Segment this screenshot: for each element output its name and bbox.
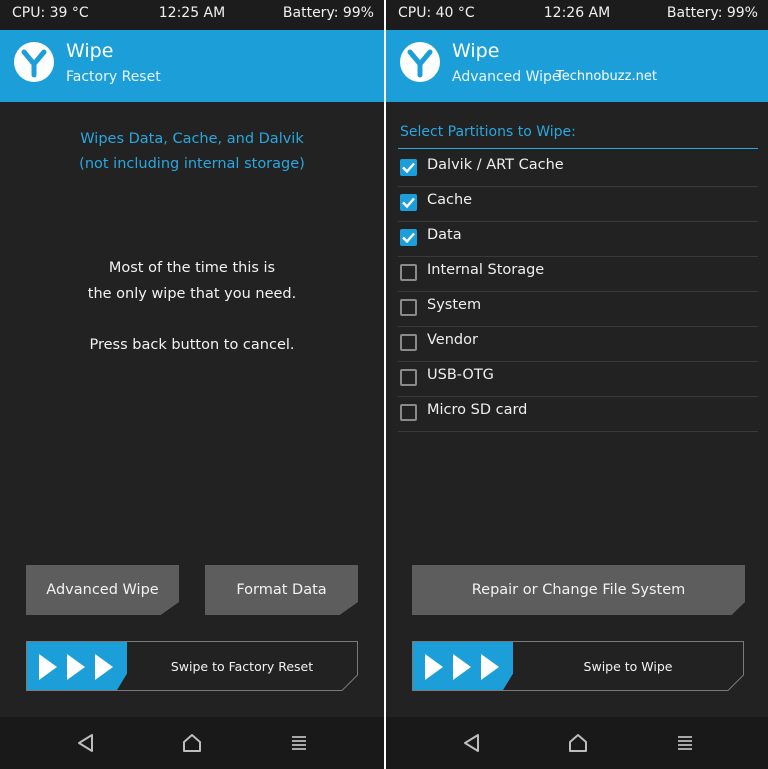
partition-row[interactable]: Dalvik / ART Cache [398, 151, 758, 187]
partition-row[interactable]: Vendor [398, 326, 758, 362]
chevron-right-icon [453, 654, 471, 680]
checkbox[interactable] [400, 229, 417, 246]
page-subtitle: Factory Reset [66, 69, 161, 85]
watermark: Technobuzz.net [556, 69, 657, 84]
checkbox[interactable] [400, 404, 417, 421]
checkbox[interactable] [400, 194, 417, 211]
battery-level: Battery: 99% [282, 5, 374, 21]
slider-handle[interactable] [27, 642, 127, 690]
checkbox[interactable] [400, 159, 417, 176]
info-line-2: (not including internal storage) [79, 156, 305, 172]
message-line-2: the only wipe that you need. [87, 286, 297, 302]
chevron-right-icon [481, 654, 499, 680]
swipe-factory-reset-slider[interactable]: Swipe to Factory Reset [26, 641, 358, 691]
back-triangle-icon[interactable] [74, 731, 98, 755]
partition-row[interactable]: Micro SD card [398, 396, 758, 432]
partition-row[interactable]: Data [398, 221, 758, 257]
info-line-1: Wipes Data, Cache, and Dalvik [80, 131, 304, 147]
partition-label: Vendor [427, 332, 478, 348]
advanced-wipe-screen: CPU: 40 °C 12:26 AM Battery: 99% Wipe Ad… [386, 0, 768, 769]
partition-row[interactable]: Internal Storage [398, 256, 758, 292]
home-icon[interactable] [566, 731, 590, 755]
partitions-title: Select Partitions to Wipe: [400, 124, 576, 140]
swipe-to-wipe-slider[interactable]: Swipe to Wipe [412, 641, 744, 691]
partition-label: System [427, 297, 482, 313]
checkbox[interactable] [400, 369, 417, 386]
twrp-logo-icon [400, 42, 440, 82]
partition-row[interactable]: USB-OTG [398, 361, 758, 397]
chevron-right-icon [39, 654, 57, 680]
page-title: Wipe [452, 40, 500, 62]
swipe-label: Swipe to Wipe [583, 658, 673, 674]
message-line-1: Most of the time this is [108, 260, 276, 276]
navigation-bar [0, 717, 384, 769]
partition-label: Cache [427, 192, 473, 208]
swipe-label: Swipe to Factory Reset [170, 658, 314, 674]
page-header: Wipe Advanced Wipe Technobuzz.net [386, 30, 768, 102]
title-divider [398, 148, 758, 149]
page-title: Wipe [66, 40, 114, 62]
chevron-right-icon [67, 654, 85, 680]
chevron-right-icon [95, 654, 113, 680]
partition-label: Micro SD card [427, 402, 528, 418]
back-triangle-icon[interactable] [460, 731, 484, 755]
chevron-right-icon [425, 654, 443, 680]
partition-label: USB-OTG [427, 367, 494, 383]
page-subtitle: Advanced Wipe [452, 69, 561, 85]
menu-lines-icon[interactable] [287, 731, 311, 755]
checkbox[interactable] [400, 264, 417, 281]
navigation-bar [386, 717, 768, 769]
checkbox[interactable] [400, 299, 417, 316]
battery-level: Battery: 99% [666, 5, 758, 21]
partition-label: Data [427, 227, 462, 243]
status-bar: CPU: 40 °C 12:26 AM Battery: 99% [386, 0, 768, 30]
twrp-logo-icon [14, 42, 54, 82]
checkmark-icon [402, 197, 415, 209]
page-header: Wipe Factory Reset [0, 30, 384, 102]
status-bar: CPU: 39 °C 12:25 AM Battery: 99% [0, 0, 384, 30]
partition-label: Dalvik / ART Cache [427, 157, 564, 173]
partition-label: Internal Storage [427, 262, 545, 278]
checkmark-icon [402, 162, 415, 174]
menu-lines-icon[interactable] [673, 731, 697, 755]
partition-row[interactable]: System [398, 291, 758, 327]
checkbox[interactable] [400, 334, 417, 351]
checkmark-icon [402, 232, 415, 244]
slider-handle[interactable] [413, 642, 513, 690]
format-data-button[interactable]: Format Data [205, 565, 358, 615]
advanced-wipe-button[interactable]: Advanced Wipe [26, 565, 179, 615]
repair-file-system-button[interactable]: Repair or Change File System [412, 565, 745, 615]
factory-reset-screen: CPU: 39 °C 12:25 AM Battery: 99% Wipe Fa… [0, 0, 384, 769]
message-line-3: Press back button to cancel. [89, 337, 295, 353]
partition-row[interactable]: Cache [398, 186, 758, 222]
home-icon[interactable] [180, 731, 204, 755]
